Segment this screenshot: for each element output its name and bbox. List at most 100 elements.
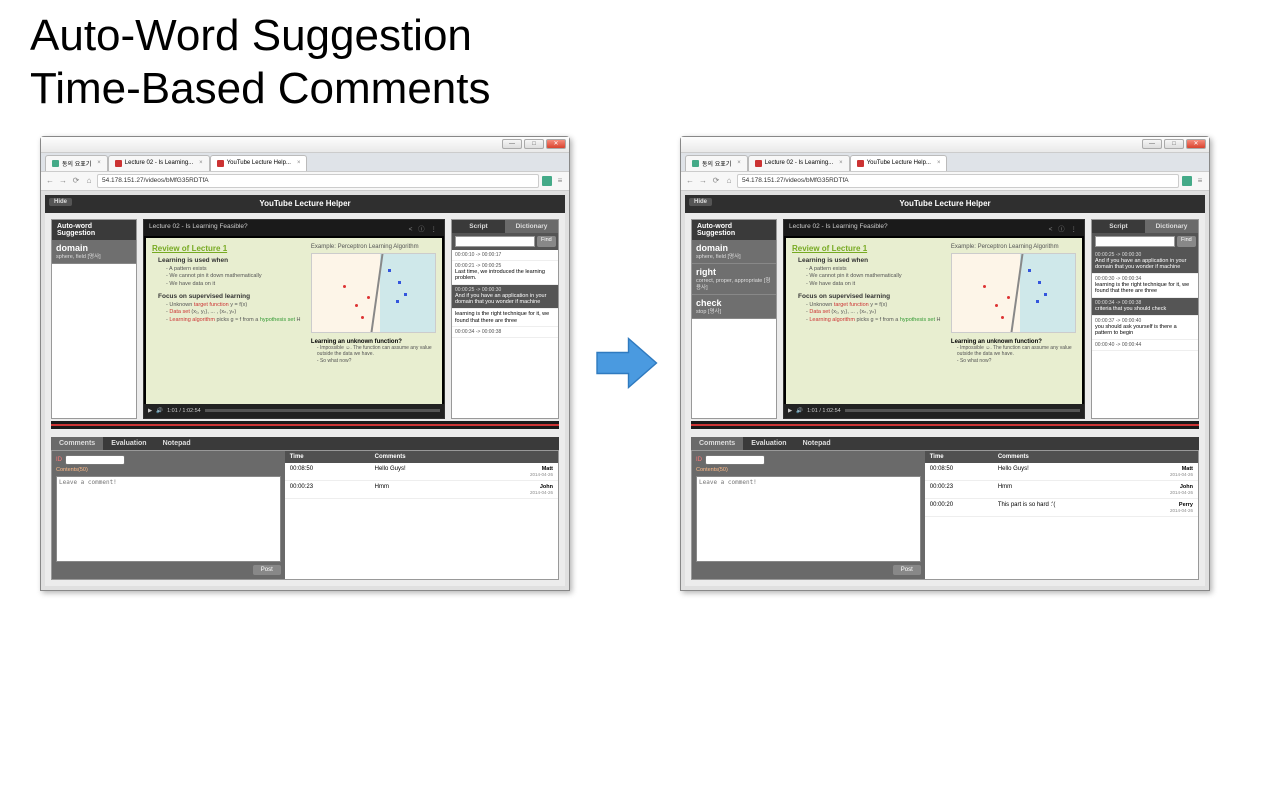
tab-notepad[interactable]: Notepad (155, 437, 199, 450)
transcript-segment[interactable]: 00:00:34 -> 00:00:38 (452, 327, 558, 338)
tab-evaluation[interactable]: Evaluation (103, 437, 154, 450)
back-icon[interactable]: ← (685, 176, 695, 186)
transcript-segment[interactable]: 00:00:37 -> 00:00:40you should ask yours… (1092, 316, 1198, 340)
comment-row[interactable]: 00:00:23HmmJohn2014-04-26 (285, 480, 558, 498)
play-icon[interactable]: ▶ (148, 408, 152, 414)
close-icon[interactable]: × (737, 160, 741, 166)
timeline-strip[interactable] (51, 421, 559, 429)
video-controls[interactable]: ▶ 🔊 1:01 / 1:02:54 (144, 404, 444, 418)
comment-row[interactable]: 00:00:20This part is so hard :'(Perry201… (925, 498, 1198, 516)
transcript-segment[interactable]: 00:00:25 -> 00:00:30And if you have an a… (452, 285, 558, 309)
tab-comments[interactable]: Comments (51, 437, 103, 450)
seek-bar[interactable] (205, 409, 440, 412)
find-input[interactable] (1095, 236, 1175, 247)
tab-comments[interactable]: Comments (691, 437, 743, 450)
comment-row[interactable]: 00:00:23HmmJohn2014-04-26 (925, 480, 1198, 498)
find-button[interactable]: Find (1177, 236, 1196, 247)
play-icon[interactable]: ▶ (788, 408, 792, 414)
browser-tab[interactable]: Lecture 02 - Is Learning...× (108, 155, 210, 171)
close-icon[interactable]: × (199, 160, 203, 166)
transcript-segment[interactable]: 00:00:21 -> 00:00:25Last time, we introd… (452, 261, 558, 285)
minimize-button[interactable]: — (502, 139, 522, 149)
app-title: YouTube Lecture Helper (259, 199, 350, 208)
autoword-item[interactable]: domainsphere, field [명사] (692, 240, 776, 264)
comment-row[interactable]: 00:08:50Hello Guys!Matt2014-04-26 (925, 463, 1198, 481)
reload-icon[interactable]: ⟳ (711, 176, 721, 186)
autoword-item[interactable]: domain sphere, field [명사] (52, 240, 136, 264)
volume-icon[interactable]: 🔊 (796, 408, 803, 414)
transcript-list[interactable]: 00:00:10 -> 00:00:1700:00:21 -> 00:00:25… (452, 250, 558, 418)
browser-tab-active[interactable]: YouTube Lecture Help...× (850, 155, 948, 171)
id-input[interactable] (65, 455, 125, 465)
title-line2: Time-Based Comments (30, 63, 1250, 116)
forward-icon[interactable]: → (698, 176, 708, 186)
lecture-slide: Review of Lecture 1 Learning is used whe… (146, 238, 442, 406)
address-row: ← → ⟳ ⌂ 54.178.151.27/videos/bMfG35RDTfA… (41, 171, 569, 191)
share-icons[interactable]: < ⓘ ⋮ (409, 223, 439, 233)
autoword-item[interactable]: rightcorrect, proper, appropriate [형용사] (692, 264, 776, 295)
browser-tab-active[interactable]: YouTube Lecture Help...× (210, 155, 308, 171)
back-icon[interactable]: ← (45, 176, 55, 186)
perceptron-chart (311, 253, 436, 333)
autoword-item[interactable]: checkstop [명사] (692, 295, 776, 319)
address-bar[interactable]: 54.178.151.27/videos/bMfG35RDTfA (97, 174, 539, 188)
volume-icon[interactable]: 🔊 (156, 408, 163, 414)
tab-notepad[interactable]: Notepad (795, 437, 839, 450)
tab-dictionary[interactable]: Dictionary (505, 220, 558, 233)
comment-row[interactable]: 00:08:50Hello Guys!Matt2014-04-26 (285, 463, 558, 481)
menu-icon[interactable]: ≡ (555, 176, 565, 186)
transcript-segment[interactable]: 00:00:10 -> 00:00:17 (452, 250, 558, 261)
menu-icon[interactable]: ≡ (1195, 176, 1205, 186)
address-bar[interactable]: 54.178.151.27/videos/bMfG35RDTfA (737, 174, 1179, 188)
home-icon[interactable]: ⌂ (84, 176, 94, 186)
seek-bar[interactable] (845, 409, 1080, 412)
close-icon[interactable]: × (839, 160, 843, 166)
tab-dictionary[interactable]: Dictionary (1145, 220, 1198, 233)
slide-title: Auto-Word Suggestion Time-Based Comments (30, 10, 1250, 116)
home-icon[interactable]: ⌂ (724, 176, 734, 186)
comment-textarea[interactable] (56, 476, 281, 562)
close-icon[interactable]: × (97, 160, 101, 166)
video-controls[interactable]: ▶ 🔊 1:01 / 1:02:54 (784, 404, 1084, 418)
forward-icon[interactable]: → (58, 176, 68, 186)
transcript-segment[interactable]: 00:00:40 -> 00:00:44 (1092, 340, 1198, 351)
transcript-segment[interactable]: 00:00:34 -> 00:00:38criteria that you sh… (1092, 298, 1198, 316)
reload-icon[interactable]: ⟳ (71, 176, 81, 186)
id-input[interactable] (705, 455, 765, 465)
tab-script[interactable]: Script (1092, 220, 1145, 233)
close-button[interactable]: ✕ (546, 139, 566, 149)
favicon-icon (217, 160, 224, 167)
maximize-button[interactable]: □ (524, 139, 544, 149)
comment-textarea[interactable] (696, 476, 921, 562)
hide-button[interactable]: Hide (49, 198, 72, 206)
script-panel: Script Dictionary Find 00:00:10 -> 00:00… (451, 219, 559, 419)
find-input[interactable] (455, 236, 535, 247)
close-button[interactable]: ✕ (1186, 139, 1206, 149)
comments-table: TimeComments 00:08:50Hello Guys!Matt2014… (285, 451, 558, 499)
minimize-button[interactable]: — (1142, 139, 1162, 149)
maximize-button[interactable]: □ (1164, 139, 1184, 149)
extension-icon[interactable] (1182, 176, 1192, 186)
contents-label: Contents(50) (56, 467, 281, 473)
hide-button[interactable]: Hide (689, 198, 712, 206)
transcript-segment[interactable]: 00:00:30 -> 00:00:34learning is the righ… (1092, 274, 1198, 298)
autoword-body: domain sphere, field [명사] (52, 240, 136, 418)
post-button[interactable]: Post (893, 565, 921, 575)
tab-evaluation[interactable]: Evaluation (743, 437, 794, 450)
browser-tab[interactable]: 동의 요표기× (45, 155, 108, 171)
transcript-segment[interactable]: 00:00:25 -> 00:00:30And if you have an a… (1092, 250, 1198, 274)
share-icons[interactable]: < ⓘ ⋮ (1049, 223, 1079, 233)
browser-left: — □ ✕ 동의 요표기× Lecture 02 - Is Learning..… (40, 136, 570, 591)
find-button[interactable]: Find (537, 236, 556, 247)
close-icon[interactable]: × (297, 160, 301, 166)
tab-script[interactable]: Script (452, 220, 505, 233)
browser-tab[interactable]: Lecture 02 - Is Learning...× (748, 155, 850, 171)
post-button[interactable]: Post (253, 565, 281, 575)
close-icon[interactable]: × (937, 160, 941, 166)
timeline-strip[interactable] (691, 421, 1199, 429)
transcript-list[interactable]: 00:00:25 -> 00:00:30And if you have an a… (1092, 250, 1198, 418)
extension-icon[interactable] (542, 176, 552, 186)
chart-caption: Example: Perceptron Learning Algorithm (311, 244, 436, 250)
transcript-segment[interactable]: learning is the right technique for it, … (452, 309, 558, 327)
browser-tab[interactable]: 동의 요표기× (685, 155, 748, 171)
